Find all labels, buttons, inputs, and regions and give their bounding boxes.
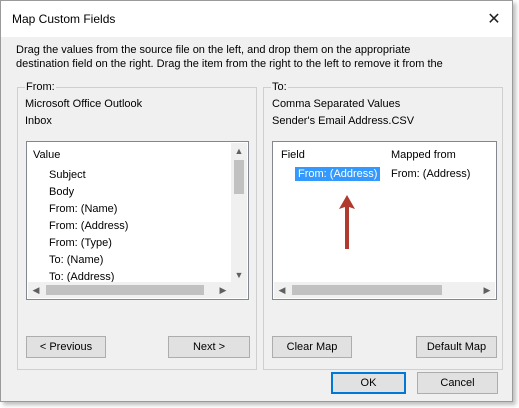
to-file-name: Sender's Email Address.CSV	[272, 115, 415, 127]
map-custom-fields-dialog: Map Custom Fields ✕ Drag the values from…	[0, 0, 513, 402]
scroll-thumb[interactable]	[292, 285, 442, 295]
cancel-button[interactable]: Cancel	[417, 372, 498, 394]
horizontal-scrollbar[interactable]: ◀ ▶	[274, 282, 495, 298]
close-icon[interactable]: ✕	[480, 5, 508, 33]
scroll-right-arrow-icon[interactable]: ▶	[215, 282, 231, 298]
scrollbar-corner	[231, 282, 247, 298]
scroll-thumb[interactable]	[46, 285, 204, 295]
instructions-text: Drag the values from the source file on …	[16, 44, 443, 70]
table-row-field[interactable]: From: (Address)	[295, 167, 381, 181]
ok-button[interactable]: OK	[331, 372, 406, 394]
list-item[interactable]: Subject	[49, 169, 86, 181]
vertical-scrollbar[interactable]: ▲ ▼	[231, 143, 247, 283]
scroll-left-arrow-icon[interactable]: ◀	[28, 282, 44, 298]
list-item[interactable]: From: (Address)	[49, 220, 128, 232]
list-item[interactable]: To: (Name)	[49, 254, 103, 266]
to-group: To: Comma Separated Values Sender's Emai…	[263, 81, 503, 370]
from-group-label: From:	[25, 81, 56, 93]
title-bar: Map Custom Fields ✕	[1, 1, 512, 37]
list-item[interactable]: From: (Type)	[49, 237, 112, 249]
value-column-header: Value	[33, 149, 61, 161]
list-item[interactable]: Body	[49, 186, 74, 198]
scroll-right-arrow-icon[interactable]: ▶	[479, 282, 495, 298]
clear-map-button[interactable]: Clear Map	[272, 336, 352, 358]
field-column-header: Field	[281, 149, 305, 161]
to-group-label: To:	[271, 81, 288, 93]
from-app-name: Microsoft Office Outlook	[25, 98, 143, 110]
list-item[interactable]: From: (Name)	[49, 203, 117, 215]
from-folder-name: Inbox	[25, 115, 52, 127]
destination-fields-list[interactable]: Field Mapped from From: (Address) From: …	[272, 141, 497, 300]
scroll-up-arrow-icon[interactable]: ▲	[231, 143, 247, 159]
scroll-left-arrow-icon[interactable]: ◀	[274, 282, 290, 298]
to-file-type: Comma Separated Values	[272, 98, 401, 110]
previous-button[interactable]: < Previous	[26, 336, 106, 358]
mapped-from-column-header: Mapped from	[391, 149, 456, 161]
from-group: From: Microsoft Office Outlook Inbox Val…	[17, 81, 257, 370]
scroll-thumb[interactable]	[234, 160, 244, 194]
table-row-mapped[interactable]: From: (Address)	[391, 168, 470, 180]
window-title: Map Custom Fields	[12, 12, 116, 26]
source-fields-list[interactable]: Value Subject Body From: (Name) From: (A…	[26, 141, 249, 300]
scroll-down-arrow-icon[interactable]: ▼	[231, 267, 247, 283]
horizontal-scrollbar[interactable]: ◀ ▶	[28, 282, 231, 298]
next-button[interactable]: Next >	[168, 336, 250, 358]
red-up-arrow-icon	[339, 195, 355, 249]
default-map-button[interactable]: Default Map	[416, 336, 497, 358]
